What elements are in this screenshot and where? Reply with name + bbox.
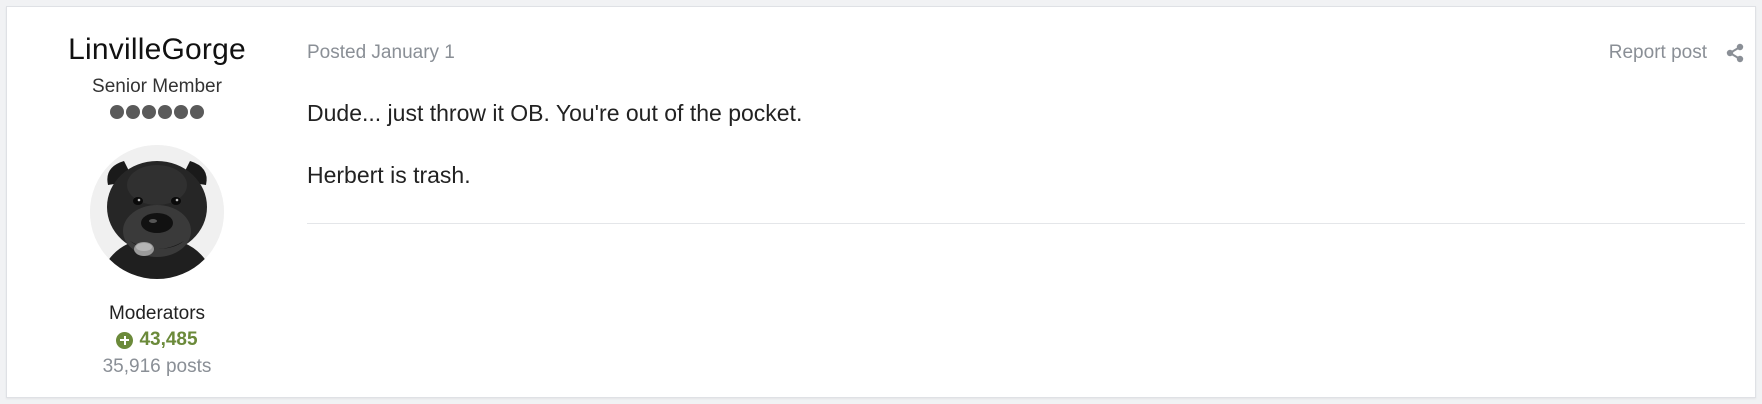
author-name[interactable]: LinvilleGorge xyxy=(7,31,307,69)
rank-pips xyxy=(7,105,307,119)
post-count[interactable]: 35,916 posts xyxy=(7,355,307,379)
post-paragraph: Herbert is trash. xyxy=(307,162,471,188)
avatar[interactable] xyxy=(90,145,224,279)
rank-pip xyxy=(126,105,140,119)
rank-pip xyxy=(158,105,172,119)
plus-circle-icon xyxy=(116,331,134,349)
rank-pip xyxy=(142,105,156,119)
post-actions: Report post xyxy=(1609,41,1745,65)
dog-avatar-icon xyxy=(90,145,224,279)
rank-pip xyxy=(190,105,204,119)
post-content: Posted January 1 Report post Dude... jus… xyxy=(307,7,1755,397)
rank-pip xyxy=(174,105,188,119)
forum-post: LinvilleGorge Senior Member Moderators 4… xyxy=(6,6,1756,398)
post-paragraph: Dude... just throw it OB. You're out of … xyxy=(307,100,803,126)
post-divider xyxy=(307,223,1745,224)
reputation-value: 43,485 xyxy=(139,329,198,350)
post-body: Dude... just throw it OB. You're out of … xyxy=(307,99,1741,223)
author-panel: LinvilleGorge Senior Member Moderators 4… xyxy=(7,7,307,397)
report-post-link[interactable]: Report post xyxy=(1609,41,1707,65)
post-date[interactable]: Posted January 1 xyxy=(307,41,455,65)
member-group: Moderators xyxy=(108,303,206,324)
share-icon[interactable] xyxy=(1725,43,1745,63)
reputation-badge[interactable]: 43,485 xyxy=(7,328,307,352)
rank-pip xyxy=(110,105,124,119)
author-title: Senior Member xyxy=(92,76,222,97)
